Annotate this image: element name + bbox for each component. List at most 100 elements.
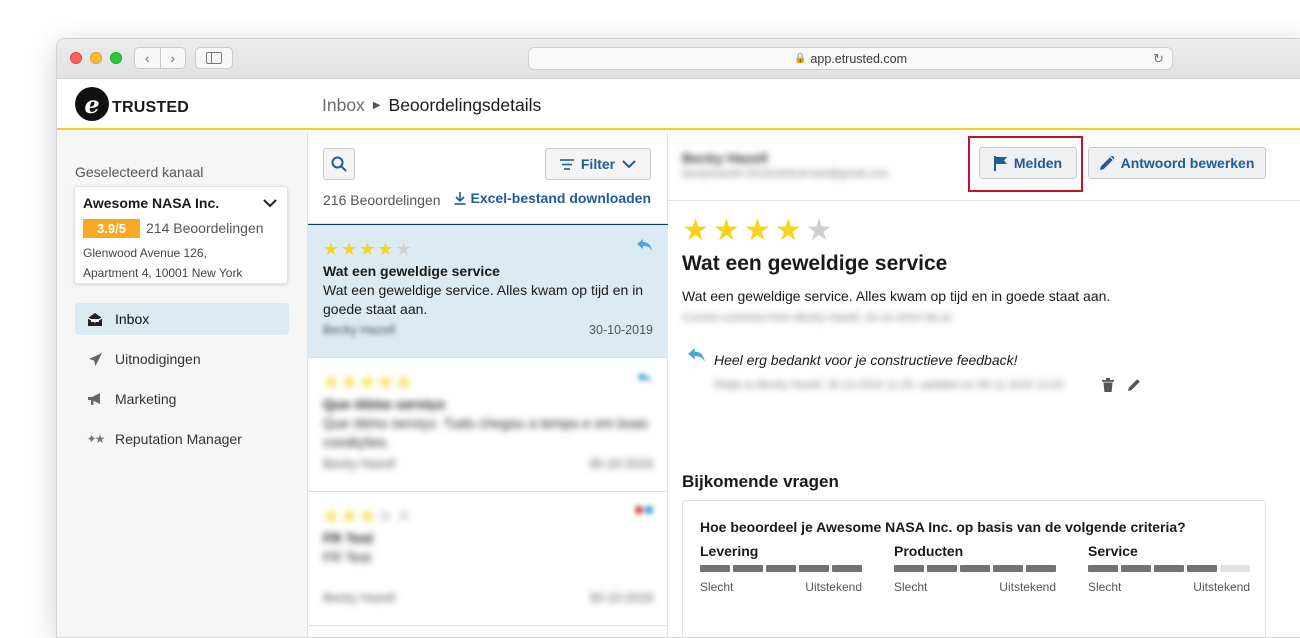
sidebar-item-label: Marketing — [115, 391, 177, 407]
breadcrumb-separator-icon: ▶ — [372, 100, 381, 111]
score-segment-filled — [894, 565, 924, 572]
reply-text: Heel erg bedankt voor je constructieve f… — [714, 352, 1018, 368]
review-title: FR Test — [323, 530, 374, 546]
url-text: app.etrusted.com — [810, 51, 908, 66]
channel-address: Glenwood Avenue 126, Apartment 4, 10001 … — [83, 243, 242, 283]
edit-reply-button[interactable]: Antwoord bewerken — [1088, 147, 1266, 179]
reply-icon — [637, 239, 652, 251]
score-segment-filled — [1187, 565, 1217, 572]
sidebar-nav: Inbox Uitnodigingen Marketing ✦★ Reputat… — [75, 303, 289, 463]
review-detail-panel: Becky Hazell beckyhazell+2019150618.test… — [668, 132, 1300, 637]
score-segment-filled — [1088, 565, 1118, 572]
review-meta: Current comment from Becky Hazell, 30-10… — [682, 312, 952, 324]
rating-badge: 3.9/5 — [83, 219, 140, 238]
reply-icon — [688, 348, 705, 362]
review-title: Wat een geweldige service — [682, 252, 948, 275]
review-body: Wat een geweldige service. Alles kwam op… — [682, 288, 1111, 304]
etrusted-logo[interactable]: e TRUSTED — [75, 87, 189, 121]
star-filled-icon: ★ — [377, 239, 394, 259]
star-filled-icon: ★ — [323, 372, 340, 392]
search-icon — [331, 156, 347, 172]
star-filled-icon: ★ — [341, 506, 358, 526]
star-filled-icon: ★ — [341, 239, 358, 259]
score-segment-filled — [1121, 565, 1151, 572]
search-button[interactable] — [323, 148, 355, 180]
breadcrumb-inbox[interactable]: Inbox — [322, 95, 365, 116]
criterion-name: Producten — [894, 543, 964, 559]
sidebar-item-inbox[interactable]: Inbox — [75, 303, 289, 335]
scale-high: Uitstekend — [805, 580, 862, 594]
chevron-down-icon — [263, 199, 277, 208]
criteria-question: Hoe beoordeel je Awesome NASA Inc. op ba… — [700, 519, 1186, 535]
scale-low: Slecht — [894, 580, 928, 594]
review-body: Que ótimo serviço. Tudo chegou a tempo e… — [323, 415, 649, 450]
score-segment-filled — [1154, 565, 1184, 572]
review-card-selected[interactable]: ★ ★ ★ ★ ★ Wat een geweldige service Wat … — [308, 224, 668, 358]
score-segment-filled — [993, 565, 1023, 572]
review-card[interactable]: ★ ★ ★ ★ ★ FR Test FR Test Becky Hazell 3… — [308, 492, 668, 626]
channel-selector[interactable]: Awesome NASA Inc. 3.9/5 214 Beoordelinge… — [74, 186, 288, 284]
review-card[interactable]: ★ ★ ★ ★ ★ Que ótimo serviço Que ótimo se… — [308, 358, 668, 492]
sidebar-toggle-button[interactable] — [195, 47, 233, 69]
browser-window: ‹ › 🔒 app.etrusted.com ↻ e TRUSTED Inbox… — [56, 38, 1300, 638]
star-filled-icon: ★ — [774, 214, 802, 247]
review-list: ★ ★ ★ ★ ★ Wat een geweldige service Wat … — [308, 223, 668, 626]
sidebar-item-uitnodigingen[interactable]: Uitnodigingen — [75, 343, 289, 375]
score-segment-filled — [832, 565, 862, 572]
review-title: Que ótimo serviço — [323, 396, 446, 412]
minimize-window-button[interactable] — [90, 52, 102, 64]
star-filled-icon: ★ — [377, 372, 394, 392]
additional-questions-heading: Bijkomende vragen — [682, 472, 839, 491]
star-rating: ★ ★ ★ ★ ★ — [323, 506, 653, 526]
zoom-window-button[interactable] — [110, 52, 122, 64]
forward-arrow-icon[interactable]: › — [161, 48, 186, 68]
trash-icon[interactable] — [1102, 378, 1114, 392]
criterion-scale: Slecht Uitstekend — [894, 580, 1056, 594]
edit-reply-label: Antwoord bewerken — [1120, 155, 1255, 171]
browser-titlebar: ‹ › 🔒 app.etrusted.com ↻ — [57, 39, 1300, 79]
review-footer: Becky Hazell 30-10-2019 — [323, 457, 653, 471]
star-filled-icon: ★ — [682, 214, 709, 247]
star-filled-icon: ★ — [712, 214, 740, 247]
sidebar: Geselecteerd kanaal Awesome NASA Inc. 3.… — [57, 132, 307, 637]
scale-high: Uitstekend — [1193, 580, 1250, 594]
channel-name: Awesome NASA Inc. — [83, 195, 220, 211]
report-button[interactable]: Melden — [979, 147, 1077, 179]
star-empty-icon: ★ — [395, 239, 412, 259]
criterion-scale: Slecht Uitstekend — [700, 580, 862, 594]
sidebar-item-label: Uitnodigingen — [115, 351, 201, 367]
flag-icon — [993, 155, 1007, 171]
review-author: Becky Hazell — [323, 591, 396, 605]
sparkle-stars-icon: ✦★ — [86, 432, 106, 446]
back-arrow-icon[interactable]: ‹ — [135, 48, 161, 68]
sidebar-item-label: Inbox — [115, 311, 150, 327]
address-bar[interactable]: 🔒 app.etrusted.com ↻ — [528, 47, 1173, 70]
score-segment-filled — [960, 565, 990, 572]
reload-icon[interactable]: ↻ — [1153, 51, 1164, 67]
criterion-scale: Slecht Uitstekend — [1088, 580, 1250, 594]
lock-icon: 🔒 — [793, 53, 807, 64]
logo-mark: e — [75, 87, 109, 121]
sidebar-icon — [206, 52, 222, 64]
scale-low: Slecht — [1088, 580, 1122, 594]
sidebar-item-reputation-manager[interactable]: ✦★ Reputation Manager — [75, 423, 289, 455]
close-window-button[interactable] — [70, 52, 82, 64]
reviewer-email: beckyhazell+2019150618.test@gmail.com — [682, 168, 890, 180]
review-date: 30-10-2019 — [589, 457, 653, 471]
review-date: 30-10-2019 — [589, 591, 653, 605]
address-line-1: Glenwood Avenue 126, — [83, 246, 207, 260]
detail-star-rating: ★ ★ ★ ★ ★ — [682, 215, 833, 247]
filter-button[interactable]: Filter — [545, 148, 651, 180]
score-segment-filled — [799, 565, 829, 572]
reply-meta: Reply to Becky Hazell, 30-10-2019 11:26,… — [714, 379, 1064, 391]
excel-download-link[interactable]: Excel-bestand downloaden — [454, 190, 651, 206]
score-segment-filled — [1026, 565, 1056, 572]
inbox-icon — [87, 311, 103, 327]
star-rating: ★ ★ ★ ★ ★ — [323, 239, 653, 259]
criteria-box: Hoe beoordeel je Awesome NASA Inc. op ba… — [682, 500, 1266, 637]
pencil-icon[interactable] — [1128, 378, 1141, 391]
filter-icon — [559, 158, 574, 170]
sidebar-item-marketing[interactable]: Marketing — [75, 383, 289, 415]
criterion-service: Service Slecht Uitstekend — [1088, 543, 1250, 594]
criterion-name: Levering — [700, 543, 759, 559]
